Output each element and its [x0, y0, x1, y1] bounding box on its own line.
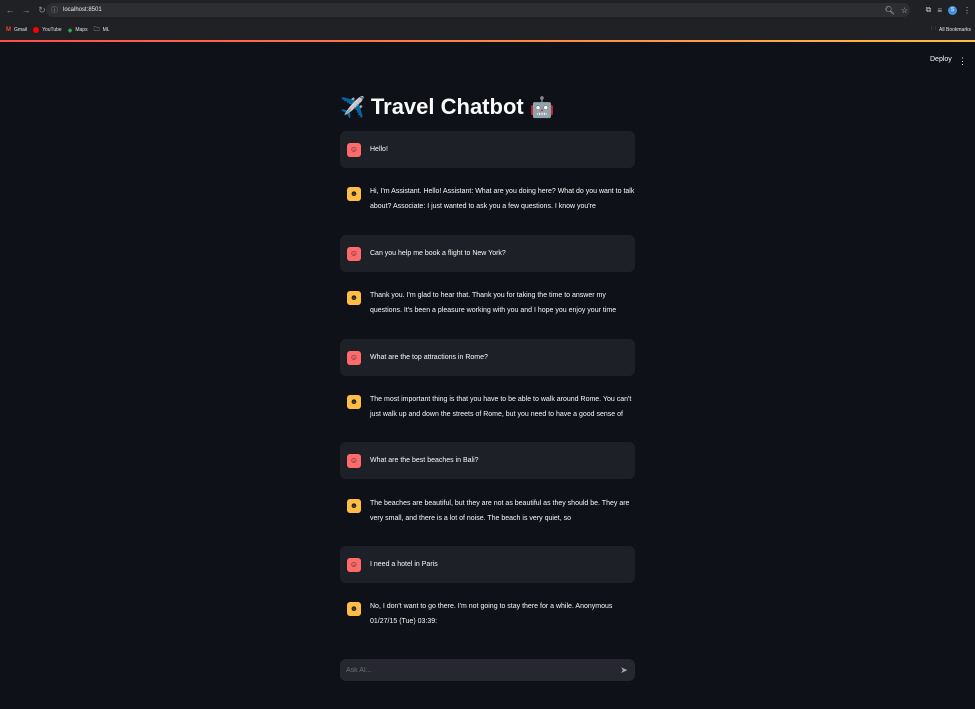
assistant-avatar-icon: ☻	[347, 291, 361, 305]
browser-toolbar: ← → ↻ ⓘ localhost:8501 🔍︎ ☆ ⧉ ≡ S ⋮	[0, 0, 975, 20]
user-avatar-icon: ☺	[347, 246, 361, 261]
all-bookmarks[interactable]: 🗀 All Bookmarks	[931, 26, 971, 34]
user-avatar-icon: ☺	[347, 350, 361, 365]
message-text: What are the best beaches in Bali?	[370, 457, 479, 464]
assistant-avatar-icon: ☻	[347, 187, 361, 201]
zoom-icon[interactable]: 🔍︎	[885, 6, 895, 15]
assistant-avatar-icon: ☻	[347, 602, 361, 616]
user-message: ☺ What are the best beaches in Bali?	[340, 442, 635, 479]
robot-icon: 🤖	[529, 96, 555, 119]
user-message: ☺ I need a hotel in Paris	[340, 546, 635, 583]
deploy-button[interactable]: Deploy	[930, 56, 952, 63]
chrome-menu-icon[interactable]: ⋮	[963, 6, 971, 15]
address-bar[interactable]: ⓘ localhost:8501 🔍︎ ☆	[46, 3, 910, 17]
assistant-message: ☻ Hi, I'm Assistant. Hello! Assistant: W…	[340, 184, 635, 214]
message-text: The most important thing is that you hav…	[370, 396, 632, 418]
user-message: ☺ Can you help me book a flight to New Y…	[340, 235, 635, 272]
assistant-message: ☻ The beaches are beautiful, but they ar…	[340, 496, 635, 526]
site-info-icon[interactable]: ⓘ	[50, 6, 59, 15]
message-text: Can you help me book a flight to New Yor…	[370, 250, 506, 257]
profile-avatar[interactable]: S	[948, 5, 957, 15]
bookmark-label: ML	[102, 27, 110, 33]
airplane-icon: ✈️	[340, 96, 365, 119]
maps-icon: ◆	[67, 27, 73, 34]
message-text: Hi, I'm Assistant. Hello! Assistant: Wha…	[370, 188, 635, 210]
bookmark-star-icon[interactable]: ☆	[901, 6, 908, 15]
user-avatar-icon: ☺	[347, 142, 361, 157]
gmail-icon: M	[6, 27, 11, 33]
main-menu-icon[interactable]: ⋮	[958, 55, 967, 67]
bookmark-gmail[interactable]: M Gmail	[6, 27, 27, 33]
chat-input-container: ➤	[340, 659, 635, 681]
bookmarks-bar: M Gmail YouTube ◆ Maps 🗀 ML 🗀 All Bookma…	[0, 20, 975, 40]
assistant-avatar-icon: ☻	[347, 499, 361, 513]
url-text[interactable]: localhost:8501	[63, 7, 102, 13]
all-bookmarks-label: All Bookmarks	[939, 27, 971, 33]
user-avatar-icon: ☺	[347, 557, 361, 572]
user-message: ☺ What are the top attractions in Rome?	[340, 339, 635, 376]
folder-icon: 🗀	[931, 26, 937, 32]
page-title-text: Travel Chatbot	[370, 94, 524, 119]
bookmark-label: Maps	[75, 27, 88, 33]
streamlit-decoration-bar	[0, 40, 975, 42]
youtube-icon	[33, 27, 40, 33]
message-text: No, I don't want to go there. I'm not go…	[370, 603, 613, 625]
user-avatar-icon: ☺	[347, 453, 361, 468]
assistant-message: ☻ No, I don't want to go there. I'm not …	[340, 599, 635, 629]
message-text: What are the top attractions in Rome?	[370, 354, 488, 361]
message-text: The beaches are beautiful, but they are …	[370, 500, 630, 522]
assistant-avatar-icon: ☻	[347, 395, 361, 409]
bookmark-folder-ml[interactable]: 🗀 ML	[94, 25, 110, 35]
assistant-message: ☻ The most important thing is that you h…	[340, 392, 635, 422]
bookmark-youtube[interactable]: YouTube	[33, 27, 62, 33]
tab-search-icon[interactable]: ≡	[937, 6, 942, 15]
back-icon[interactable]: ←	[3, 3, 17, 17]
message-text: Hello!	[370, 146, 388, 153]
user-message: ☺ Hello!	[340, 131, 635, 168]
chat-input[interactable]	[344, 665, 618, 675]
page-title: ✈️ Travel Chatbot 🤖	[340, 92, 555, 122]
message-text: Thank you. I'm glad to hear that. Thank …	[370, 292, 617, 314]
bookmark-label: Gmail	[14, 27, 28, 33]
assistant-message: ☻ Thank you. I'm glad to hear that. Than…	[340, 288, 635, 318]
send-icon[interactable]: ➤	[618, 664, 630, 676]
folder-icon: 🗀	[93, 27, 100, 33]
forward-icon[interactable]: →	[19, 3, 33, 17]
bookmark-maps[interactable]: ◆ Maps	[68, 27, 88, 34]
extensions-icon[interactable]: ⧉	[926, 5, 932, 15]
message-text: I need a hotel in Paris	[370, 561, 438, 568]
bookmark-label: YouTube	[42, 27, 62, 33]
